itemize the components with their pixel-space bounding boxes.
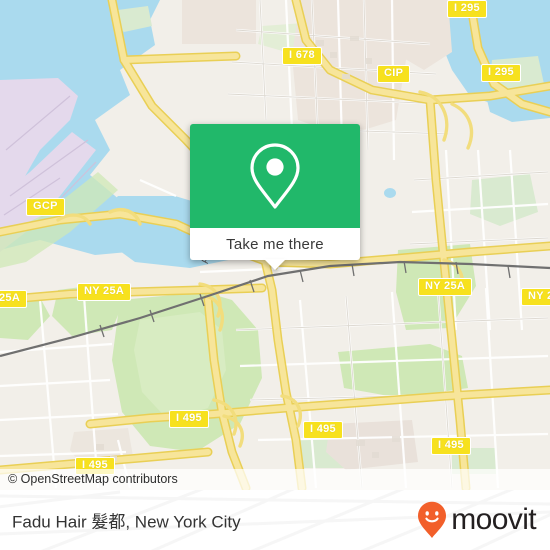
popup-pointer	[264, 259, 286, 270]
map-pin-icon	[250, 143, 300, 209]
footer-bar: Fadu Hair 髮都, New York City moovit	[0, 490, 550, 550]
map-attribution: © OpenStreetMap contributors	[0, 469, 550, 490]
location-popup-card[interactable]: Take me there	[190, 124, 360, 270]
moovit-map-share-card: I 295I 678CIPI 295GCPNY 25A25ANY 25ANY 2…	[0, 0, 550, 550]
popup-action[interactable]: Take me there	[190, 228, 360, 260]
map-canvas[interactable]: I 295I 678CIPI 295GCPNY 25A25ANY 25ANY 2…	[0, 0, 550, 490]
popup-header	[190, 124, 360, 228]
moovit-smiley-pin-icon	[418, 501, 447, 538]
moovit-wordmark: moovit	[451, 503, 536, 536]
moovit-logo[interactable]: moovit	[417, 501, 537, 539]
place-title: Fadu Hair 髮都, New York City	[12, 512, 241, 532]
take-me-there-label: Take me there	[226, 235, 324, 253]
